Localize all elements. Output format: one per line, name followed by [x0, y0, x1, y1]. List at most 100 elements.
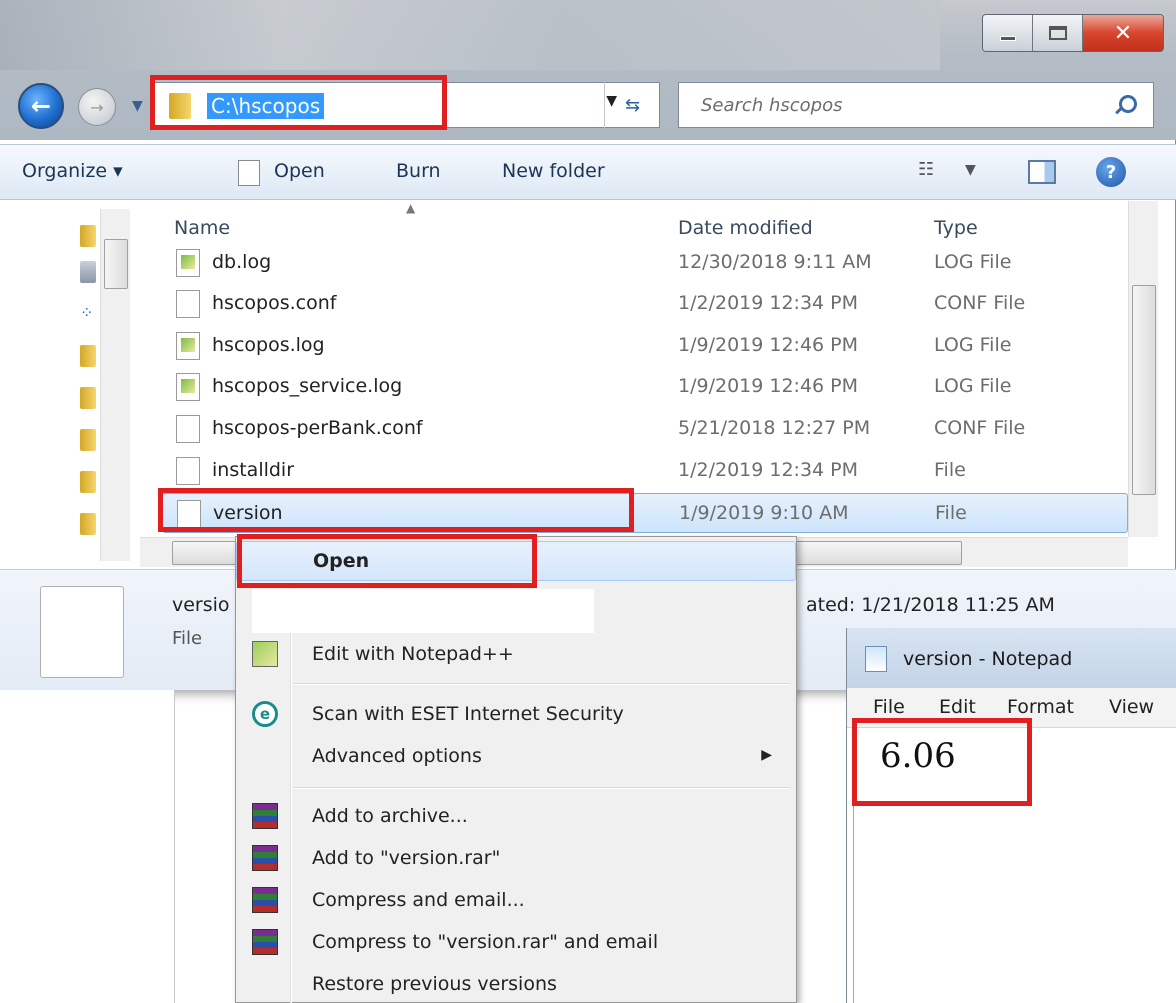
burn-button[interactable]: Burn: [396, 160, 441, 182]
menu-item-add-to-version-rar[interactable]: Add to "version.rar": [236, 839, 796, 879]
file-type: File: [934, 459, 966, 481]
vertical-scroll-thumb[interactable]: [1132, 285, 1156, 495]
menu-item-advanced-options[interactable]: Advanced options ▶: [236, 737, 796, 777]
nav-folder-icon[interactable]: [80, 345, 96, 367]
file-type: LOG File: [934, 251, 1012, 273]
open-file-icon: [238, 160, 260, 186]
navigation-pane: ⁘: [0, 201, 140, 569]
file-date: 12/30/2018 9:11 AM: [678, 251, 872, 273]
table-row[interactable]: hscopos-perBank.conf 5/21/2018 12:27 PM …: [162, 409, 1128, 449]
file-list-vertical-scrollbar[interactable]: [1128, 201, 1158, 537]
file-name: installdir: [212, 459, 295, 481]
menu-item-label: Add to archive...: [312, 805, 468, 827]
file-icon: [176, 415, 200, 443]
nav-folder-icon[interactable]: [80, 513, 96, 535]
minimize-icon: [999, 35, 1016, 41]
menu-item-compress-to-version-rar-and-email[interactable]: Compress to "version.rar" and email: [236, 923, 796, 963]
eset-icon: e: [252, 701, 278, 727]
winrar-icon: [252, 803, 278, 829]
open-button[interactable]: Open: [274, 160, 325, 182]
log-file-icon: [176, 249, 200, 277]
file-date: 1/2/2019 12:34 PM: [678, 459, 859, 481]
file-name: hscopos.log: [212, 334, 325, 356]
nav-scroll-thumb[interactable]: [104, 239, 128, 289]
table-row[interactable]: hscopos_service.log 1/9/2019 12:46 PM LO…: [162, 367, 1128, 407]
minimize-button[interactable]: [983, 15, 1033, 51]
menu-item-restore-previous-versions[interactable]: Restore previous versions: [236, 965, 796, 1003]
search-icon[interactable]: [1119, 95, 1137, 113]
file-list: ▲ Name Date modified Type db.log 12/30/2…: [140, 201, 1128, 537]
highlight-open-item: [237, 534, 537, 588]
nav-computer-icon[interactable]: [80, 261, 96, 283]
recent-pages-dropdown-icon[interactable]: ▼: [132, 98, 143, 114]
file-name: db.log: [212, 251, 272, 273]
column-header-date[interactable]: Date modified: [678, 217, 813, 239]
file-name: hscopos-perBank.conf: [212, 417, 423, 439]
table-row[interactable]: hscopos.conf 1/2/2019 12:34 PM CONF File: [162, 284, 1128, 324]
forward-button[interactable]: →: [78, 88, 116, 126]
nav-network-icon[interactable]: ⁘: [80, 303, 96, 325]
column-header-type[interactable]: Type: [934, 217, 978, 239]
sort-ascending-icon: ▲: [406, 201, 416, 215]
highlight-version-number: [852, 718, 1032, 806]
close-button[interactable]: ✕: [1083, 15, 1163, 51]
nav-folder-icon[interactable]: [80, 429, 96, 451]
menu-view[interactable]: View: [1109, 696, 1154, 718]
winrar-icon: [252, 887, 278, 913]
menu-item-label: Compress and email...: [312, 889, 525, 911]
menu-item-compress-and-email[interactable]: Compress and email...: [236, 881, 796, 921]
log-file-icon: [176, 332, 200, 360]
menu-separator: [294, 787, 790, 789]
file-type: LOG File: [934, 334, 1012, 356]
file-date: 1/9/2019 12:46 PM: [678, 334, 859, 356]
menu-edit[interactable]: Edit: [939, 696, 976, 718]
help-icon[interactable]: ?: [1096, 157, 1126, 187]
search-input[interactable]: Search hscopos: [678, 82, 1154, 128]
notepad-plus-plus-icon: [252, 641, 278, 667]
menu-item-edit-notepad-plus-plus[interactable]: Edit with Notepad++: [236, 635, 796, 675]
nav-folder-icon[interactable]: [80, 387, 96, 409]
new-folder-button[interactable]: New folder: [502, 160, 605, 182]
notepad-title-bar: version - Notepad: [847, 628, 1176, 688]
file-name: hscopos.conf: [212, 292, 337, 314]
window-controls: ✕: [982, 14, 1164, 52]
menu-item-scan-eset[interactable]: e Scan with ESET Internet Security: [236, 695, 796, 735]
redacted-menu-item: [252, 589, 594, 633]
file-type: LOG File: [934, 375, 1012, 397]
table-row[interactable]: db.log 12/30/2018 9:11 AM LOG File: [162, 243, 1128, 283]
maximize-icon: [1048, 26, 1067, 40]
file-type: CONF File: [934, 417, 1026, 439]
nav-folder-icon[interactable]: [80, 471, 96, 493]
command-toolbar: Organize ▾ Open Burn New folder ☷ ▼ ?: [0, 144, 1176, 200]
organize-button[interactable]: Organize ▾: [22, 160, 123, 182]
back-button[interactable]: ←: [18, 83, 64, 129]
menu-item-label: Advanced options: [312, 745, 482, 767]
highlight-address-bar: [150, 75, 447, 130]
file-date: 1/2/2019 12:34 PM: [678, 292, 859, 314]
menu-file[interactable]: File: [873, 696, 905, 718]
background-window: [0, 690, 175, 1003]
menu-item-label: Scan with ESET Internet Security: [312, 703, 624, 725]
refresh-button[interactable]: ⇆: [604, 82, 660, 128]
file-date: 1/9/2019 12:46 PM: [678, 375, 859, 397]
menu-item-label: Edit with Notepad++: [312, 643, 514, 665]
preview-pane-icon[interactable]: [1028, 160, 1056, 184]
views-dropdown-icon[interactable]: ▼: [965, 162, 976, 178]
file-date: 5/21/2018 12:27 PM: [678, 417, 871, 439]
menu-item-label: Add to "version.rar": [312, 847, 501, 869]
nav-folder-icon[interactable]: [80, 225, 96, 247]
views-icon[interactable]: ☷: [918, 159, 934, 180]
column-header-name[interactable]: Name: [174, 217, 230, 239]
table-row[interactable]: hscopos.log 1/9/2019 12:46 PM LOG File: [162, 326, 1128, 366]
nav-scrollbar[interactable]: [100, 209, 130, 561]
close-icon: ✕: [1113, 20, 1133, 46]
large-file-icon: [40, 586, 124, 678]
table-row[interactable]: installdir 1/2/2019 12:34 PM File: [162, 451, 1128, 491]
winrar-icon: [252, 929, 278, 955]
forward-arrow-icon: →: [90, 97, 104, 117]
menu-format[interactable]: Format: [1007, 696, 1074, 718]
maximize-button[interactable]: [1033, 15, 1083, 51]
winrar-icon: [252, 845, 278, 871]
file-date: 1/9/2019 9:10 AM: [679, 502, 849, 524]
menu-item-add-to-archive[interactable]: Add to archive...: [236, 797, 796, 837]
